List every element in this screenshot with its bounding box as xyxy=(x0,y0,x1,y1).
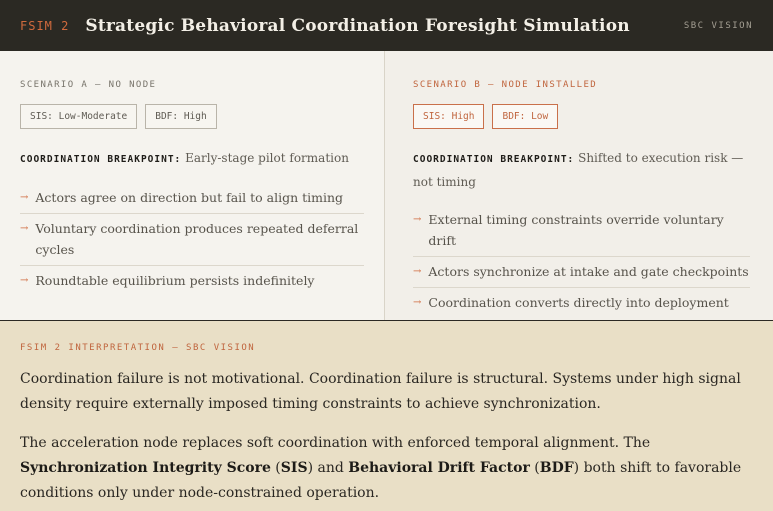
scenario-a-badges: SIS: Low-Moderate BDF: High xyxy=(20,104,364,129)
scenario-a-title: SCENARIO A — NO NODE xyxy=(20,80,157,90)
bdf-badge: BDF: High xyxy=(145,104,217,129)
arrow-right-icon: → xyxy=(413,266,422,277)
bdf-abbrev: BDF xyxy=(539,460,574,476)
breakpoint-label: COORDINATION BREAKPOINT: xyxy=(20,154,182,165)
scenario-a-breakpoint: COORDINATION BREAKPOINT: Early-stage pil… xyxy=(20,147,364,171)
arrow-right-icon: → xyxy=(20,192,29,203)
page-title: Strategic Behavioral Coordination Foresi… xyxy=(85,15,630,36)
sis-badge: SIS: Low-Moderate xyxy=(20,104,138,129)
arrow-right-icon: → xyxy=(413,214,422,225)
scenario-b-badges: SIS: High BDF: Low xyxy=(413,104,750,129)
list-item: → Roundtable equilibrium persists indefi… xyxy=(20,266,364,296)
fsim-tag: FSIM 2 xyxy=(20,18,70,33)
arrow-right-icon: → xyxy=(413,297,422,308)
bdf-term: Behavioral Drift Factor xyxy=(348,460,530,476)
scenario-b-breakpoint: COORDINATION BREAKPOINT: Shifted to exec… xyxy=(413,147,750,193)
list-item: → Actors synchronize at intake and gate … xyxy=(413,257,750,288)
list-item-text: External timing constraints override vol… xyxy=(428,212,724,248)
paragraph-text: ( xyxy=(529,460,540,476)
interpretation-section: FSIM 2 INTERPRETATION — SBC VISION Coord… xyxy=(0,320,773,511)
breakpoint-label: COORDINATION BREAKPOINT: xyxy=(413,154,575,165)
sis-badge: SIS: High xyxy=(413,104,485,129)
scenario-b-title: SCENARIO B — NODE INSTALLED xyxy=(413,80,598,90)
arrow-right-icon: → xyxy=(20,223,29,234)
sis-abbrev: SIS xyxy=(280,460,308,476)
list-item-text: Actors synchronize at intake and gate ch… xyxy=(428,264,749,279)
vision-tag: SBC VISION xyxy=(683,20,753,31)
paragraph-text: ( xyxy=(270,460,281,476)
list-item-text: Coordination converts directly into depl… xyxy=(428,295,729,310)
scenario-comparison: SCENARIO A — NO NODE SIS: Low-Moderate B… xyxy=(0,51,773,320)
paragraph-text: The acceleration node replaces soft coor… xyxy=(20,435,651,451)
interpretation-paragraph: The acceleration node replaces soft coor… xyxy=(20,431,753,506)
list-item: → Coordination converts directly into de… xyxy=(413,288,750,318)
scenario-a-panel: SCENARIO A — NO NODE SIS: Low-Moderate B… xyxy=(0,51,384,320)
scenario-b-list: → External timing constraints override v… xyxy=(413,205,750,318)
scenario-a-list: → Actors agree on direction but fail to … xyxy=(20,183,364,296)
list-item-text: Actors agree on direction but fail to al… xyxy=(35,190,344,205)
interpretation-title: FSIM 2 INTERPRETATION — SBC VISION xyxy=(20,343,256,353)
list-item: → External timing constraints override v… xyxy=(413,205,750,257)
header-bar: FSIM 2 Strategic Behavioral Coordination… xyxy=(0,0,773,51)
list-item: → Voluntary coordination produces repeat… xyxy=(20,214,364,266)
bdf-badge: BDF: Low xyxy=(492,104,559,129)
arrow-right-icon: → xyxy=(20,275,29,286)
list-item-text: Roundtable equilibrium persists indefini… xyxy=(35,273,315,288)
interpretation-paragraph: Coordination failure is not motivational… xyxy=(20,371,741,412)
sis-term: Synchronization Integrity Score xyxy=(20,460,271,476)
paragraph-text: ) and xyxy=(307,460,349,476)
list-item: → Actors agree on direction but fail to … xyxy=(20,183,364,214)
scenario-b-panel: SCENARIO B — NODE INSTALLED SIS: High BD… xyxy=(384,51,773,320)
list-item-text: Voluntary coordination produces repeated… xyxy=(35,221,359,257)
breakpoint-text: Early-stage pilot formation xyxy=(185,151,349,165)
